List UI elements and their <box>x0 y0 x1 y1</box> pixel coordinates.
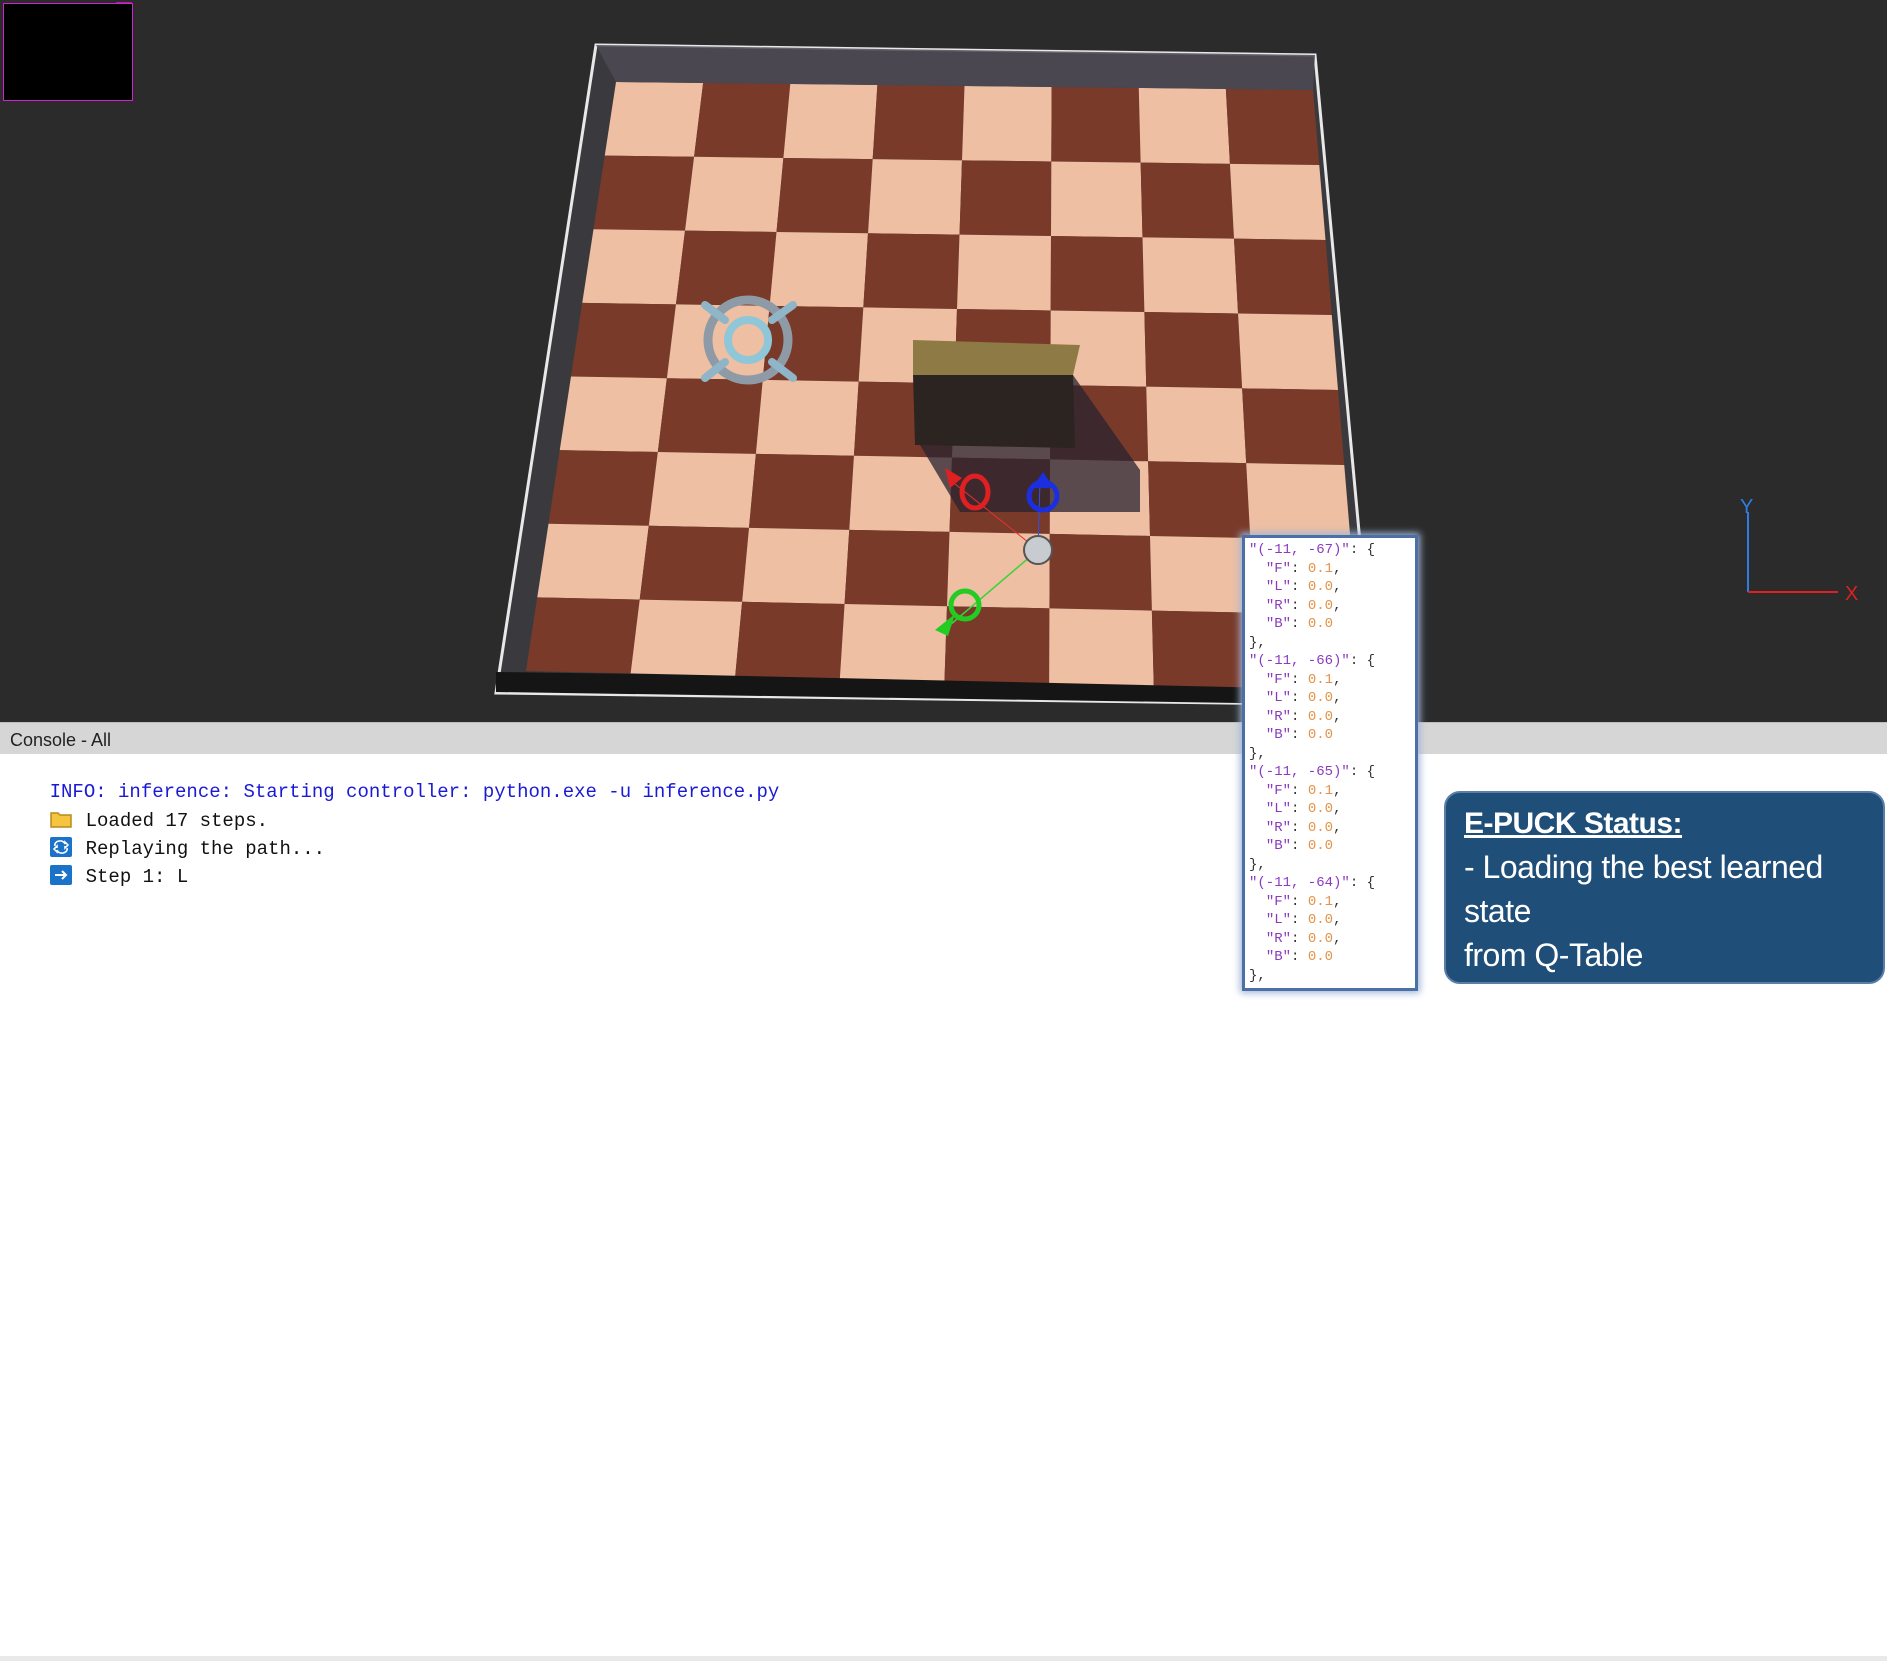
board-square <box>1238 313 1338 390</box>
board-square <box>863 233 960 309</box>
q-table-line: "F": 0.1, <box>1265 782 1342 799</box>
status-title: E-PUCK Status: <box>1464 807 1683 840</box>
board-square <box>571 302 676 379</box>
board-square <box>537 523 649 600</box>
board-square <box>548 450 658 526</box>
board-square <box>685 156 784 232</box>
board-square <box>742 527 850 604</box>
q-table-panel: "(-11, -67)": { "F": 0.1, "L": 0.0, "R":… <box>1242 535 1418 991</box>
q-table-line: "B": 0.0 <box>1265 727 1334 743</box>
board-square <box>1150 535 1255 613</box>
console-divider <box>0 1656 1887 1661</box>
board-square <box>839 603 947 681</box>
board-square <box>694 83 791 158</box>
board-square <box>1142 237 1239 314</box>
overlay-window[interactable] <box>3 3 133 101</box>
board-square <box>1051 161 1143 238</box>
world-axis-x-label: X <box>1845 583 1858 605</box>
console-header: Console - All <box>0 722 1887 755</box>
board-square <box>776 157 873 234</box>
board-square <box>1050 235 1145 312</box>
board-square <box>957 234 1051 311</box>
board-square <box>735 601 845 679</box>
board-square <box>582 229 685 305</box>
console-title: Console - All <box>10 730 112 750</box>
board-square <box>783 84 878 160</box>
q-table-line: "(-11, -66)": { <box>1249 653 1376 669</box>
board-square <box>1140 162 1234 239</box>
board-square <box>844 529 950 607</box>
board-square <box>593 155 695 231</box>
q-table-line: "R": 0.0, <box>1265 930 1342 947</box>
board-square <box>630 599 743 676</box>
console-line: Step 1: L <box>4 843 188 910</box>
board-square <box>755 379 859 456</box>
board-square <box>1242 388 1345 465</box>
board-square <box>1146 386 1247 464</box>
q-table-line: "(-11, -65)": { <box>1249 764 1376 780</box>
board-square <box>1144 311 1243 389</box>
board-square <box>1148 461 1251 538</box>
board-square <box>872 85 965 161</box>
board-square <box>1225 89 1320 165</box>
q-table-line: "L": 0.0, <box>1265 801 1342 817</box>
q-table-line: "(-11, -64)": { <box>1249 875 1376 891</box>
q-table-line: "L": 0.0, <box>1265 912 1342 928</box>
board-square <box>1049 608 1154 686</box>
board-square <box>526 597 640 674</box>
status-line: - Loading the best learned state <box>1464 849 1823 929</box>
board-square <box>1229 163 1326 240</box>
q-table-line: "R": 0.0, <box>1265 708 1342 725</box>
status-message: - Loading the best learned state from Q-… <box>1464 845 1865 977</box>
board-square <box>962 86 1052 162</box>
e-puck-robot <box>1023 535 1053 565</box>
board-square <box>769 231 868 308</box>
q-table-line: "F": 0.1, <box>1265 893 1342 910</box>
3d-viewport[interactable]: YX <box>0 0 1887 722</box>
board-square <box>1138 88 1230 164</box>
q-table-line: "R": 0.0, <box>1265 597 1342 614</box>
q-table-line: "(-11, -67)": { <box>1249 542 1376 558</box>
obstacle-top <box>913 340 1080 375</box>
board-square <box>1234 238 1332 315</box>
board-square <box>1051 87 1141 163</box>
board-square <box>1246 463 1351 540</box>
q-table-line: "B": 0.0 <box>1265 616 1334 632</box>
status-line: from Q-Table <box>1464 937 1643 973</box>
board-square <box>868 159 962 235</box>
arrow-right-icon <box>49 865 72 885</box>
q-table-line: }, <box>1249 745 1266 762</box>
board-square <box>1049 533 1152 611</box>
q-table-line: "F": 0.1, <box>1265 560 1342 577</box>
simulation-scene: YX <box>116 2 1858 707</box>
board-square <box>559 376 667 452</box>
board-square <box>657 378 763 454</box>
world-axis-y-label: Y <box>1740 496 1753 518</box>
board-square <box>749 453 854 530</box>
board-square <box>639 525 749 602</box>
q-table-line: }, <box>1249 967 1266 984</box>
q-table-line: }, <box>1249 856 1266 873</box>
q-table-line: }, <box>1249 634 1266 651</box>
obstacle-front <box>913 375 1075 448</box>
q-table-line: "B": 0.0 <box>1265 838 1334 854</box>
board-square <box>675 230 777 306</box>
q-table-line: "F": 0.1, <box>1265 671 1342 688</box>
board-square <box>959 160 1052 236</box>
q-table-line: "L": 0.0, <box>1265 690 1342 706</box>
q-table-line: "R": 0.0, <box>1265 819 1342 836</box>
board-square <box>604 82 704 157</box>
q-table-line: "L": 0.0, <box>1265 579 1342 595</box>
board-square <box>648 451 756 528</box>
q-table-line: "B": 0.0 <box>1265 949 1334 965</box>
status-box: E-PUCK Status: - Loading the best learne… <box>1444 791 1885 984</box>
console-line-text: Step 1: L <box>85 866 189 888</box>
